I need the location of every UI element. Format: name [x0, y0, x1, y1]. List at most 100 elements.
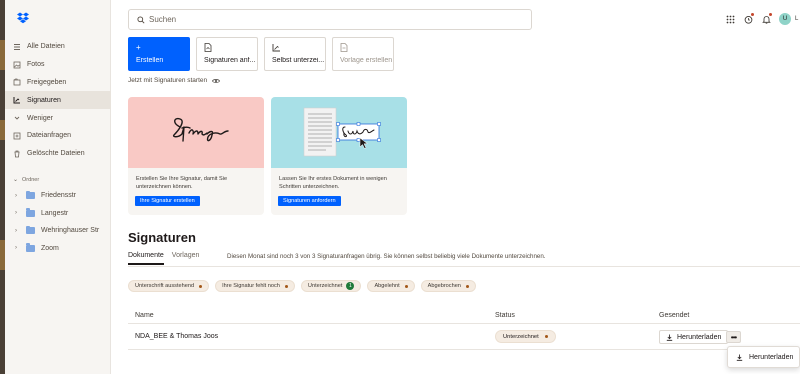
- sidebar-item-label: Gelöschte Dateien: [27, 150, 85, 158]
- count-badge: 1: [346, 282, 355, 290]
- dropbox-logo-icon[interactable]: [17, 12, 29, 24]
- eye-icon[interactable]: [212, 78, 221, 84]
- filter-chips: Unterschrift ausstehend Ihre Signatur fe…: [128, 280, 482, 292]
- account-label[interactable]: L: [795, 13, 800, 25]
- chevron-down-icon: ⌄: [13, 177, 19, 183]
- sidebar-item-label: Alle Dateien: [27, 43, 65, 51]
- document-sign-icon: [303, 107, 381, 157]
- status-dot: [404, 284, 408, 288]
- search-input[interactable]: [149, 15, 509, 24]
- folder-icon: [26, 190, 35, 200]
- quota-text: Diesen Monat sind noch 3 von 3 Signatura…: [227, 253, 546, 260]
- column-header-status[interactable]: Status: [495, 312, 515, 319]
- card-description: Lassen Sie Ihr erstes Dokument in wenige…: [279, 176, 387, 190]
- sidebar-item-label: Fotos: [27, 61, 45, 69]
- sidebar: Alle Dateien Fotos Freigegeben Signature…: [5, 0, 111, 374]
- filter-chip-declined[interactable]: Abgelehnt: [367, 280, 415, 292]
- signature-icon: [13, 96, 21, 104]
- create-signature-card: Erstellen Sie Ihre Signatur, damit Sie u…: [128, 97, 264, 215]
- photos-icon: [13, 61, 21, 69]
- status-dot: [199, 284, 203, 288]
- sidebar-item-label: Dateianfragen: [27, 132, 71, 140]
- sidebar-item-alle-dateien[interactable]: Alle Dateien: [5, 38, 111, 56]
- tab-vorlagen[interactable]: Vorlagen: [172, 252, 200, 265]
- sidebar-nav: Alle Dateien Fotos Freigegeben Signature…: [5, 38, 111, 163]
- page-title: Signaturen: [128, 230, 196, 245]
- signature-illustration: [128, 97, 264, 168]
- top-toolbar: U L: [719, 12, 800, 26]
- table-row-divider: [128, 349, 800, 350]
- sidebar-item-fotos[interactable]: Fotos: [5, 56, 111, 74]
- filter-chip-cancelled[interactable]: Abgebrochen: [420, 280, 476, 292]
- filter-chip-your-signature-missing[interactable]: Ihre Signatur fehlt noch: [215, 280, 295, 292]
- notification-dot: [751, 13, 754, 16]
- download-icon: [736, 354, 743, 361]
- create-button[interactable]: + Erstellen: [128, 37, 190, 71]
- folder-item-langestr[interactable]: › Langestr: [5, 205, 111, 223]
- create-your-signature-button[interactable]: Ihre Signatur erstellen: [135, 196, 200, 206]
- action-bar: + Erstellen Signaturen anf... Selbst unt…: [128, 37, 400, 71]
- tab-divider: [128, 266, 800, 267]
- template-icon: [340, 43, 349, 52]
- folder-item-friedensstr[interactable]: › Friedensstr: [5, 187, 111, 205]
- sidebar-item-signaturen[interactable]: Signaturen: [5, 91, 111, 110]
- folder-list: › Friedensstr › Langestr › Wehringhauser…: [5, 187, 111, 257]
- sidebar-item-freigegeben[interactable]: Freigegeben: [5, 74, 111, 92]
- chevron-down-icon: [13, 114, 21, 122]
- chevron-right-icon[interactable]: ›: [15, 193, 23, 199]
- status-badge: Unterzeichnet: [495, 330, 556, 343]
- tab-dokumente[interactable]: Dokumente: [128, 252, 164, 265]
- folders-heading[interactable]: ⌄ Ordner: [13, 176, 39, 184]
- status-dot: [284, 284, 288, 288]
- download-button[interactable]: Herunterladen: [659, 330, 729, 344]
- request-signatures-button[interactable]: Signaturen anf...: [196, 37, 258, 71]
- sign-self-icon: [272, 43, 281, 52]
- filter-chip-pending[interactable]: Unterschrift ausstehend: [128, 280, 210, 292]
- sidebar-item-label: Signaturen: [27, 96, 61, 104]
- bell-icon[interactable]: [759, 12, 773, 26]
- search-bar[interactable]: [128, 9, 532, 30]
- folder-icon: [26, 243, 35, 252]
- card-description: Erstellen Sie Ihre Signatur, damit Sie u…: [136, 176, 228, 190]
- start-hint: Jetzt mit Signaturen starten: [128, 77, 221, 84]
- chevron-right-icon[interactable]: ›: [15, 228, 23, 234]
- folder-item-zoom[interactable]: › Zoom: [5, 240, 111, 258]
- context-menu-download-item[interactable]: Herunterladen: [727, 346, 800, 368]
- folder-icon: [26, 208, 35, 217]
- request-signature-card: Lassen Sie Ihr erstes Dokument in wenige…: [271, 97, 407, 215]
- shared-icon: [13, 78, 21, 86]
- handwritten-signature-icon: [172, 117, 229, 142]
- plus-icon: +: [136, 43, 141, 52]
- sidebar-item-weniger[interactable]: Weniger: [5, 109, 111, 127]
- chevron-right-icon[interactable]: ›: [15, 245, 23, 251]
- column-header-sent[interactable]: Gesendet: [659, 312, 689, 319]
- files-icon: [13, 43, 21, 51]
- sign-yourself-button[interactable]: Selbst unterzei...: [264, 37, 326, 71]
- table-row-name[interactable]: NDA_BEE & Thomas Joos: [135, 333, 218, 340]
- sidebar-item-geloeschte-dateien[interactable]: Gelöschte Dateien: [5, 145, 111, 163]
- chevron-right-icon[interactable]: ›: [15, 210, 23, 216]
- avatar[interactable]: U: [779, 13, 791, 25]
- filter-chip-signed[interactable]: Unterzeichnet 1: [300, 280, 362, 292]
- signature-request-icon: [204, 43, 213, 52]
- sidebar-item-dateianfragen[interactable]: Dateianfragen: [5, 127, 111, 145]
- folder-icon: [26, 225, 35, 235]
- status-dot: [544, 335, 548, 338]
- notification-dot: [769, 13, 772, 16]
- sidebar-item-label: Freigegeben: [27, 78, 67, 86]
- file-request-icon: [13, 132, 21, 140]
- more-options-button[interactable]: •••: [726, 331, 741, 343]
- request-signatures-card-button[interactable]: Signaturen anfordern: [278, 196, 341, 206]
- table-header-divider: [128, 323, 800, 324]
- column-header-name[interactable]: Name: [135, 312, 154, 319]
- sidebar-item-label: Weniger: [27, 114, 53, 122]
- folder-item-wehringhauser-str[interactable]: › Wehringhauser Str: [5, 222, 111, 240]
- tab-bar: Dokumente Vorlagen: [128, 252, 207, 265]
- document-illustration: [271, 97, 407, 168]
- create-template-button[interactable]: Vorlage erstellen: [332, 37, 394, 71]
- apps-grid-icon[interactable]: [723, 12, 737, 26]
- activity-icon[interactable]: [741, 12, 755, 26]
- status-dot: [465, 284, 469, 288]
- download-icon: [666, 334, 673, 341]
- trash-icon: [13, 150, 21, 158]
